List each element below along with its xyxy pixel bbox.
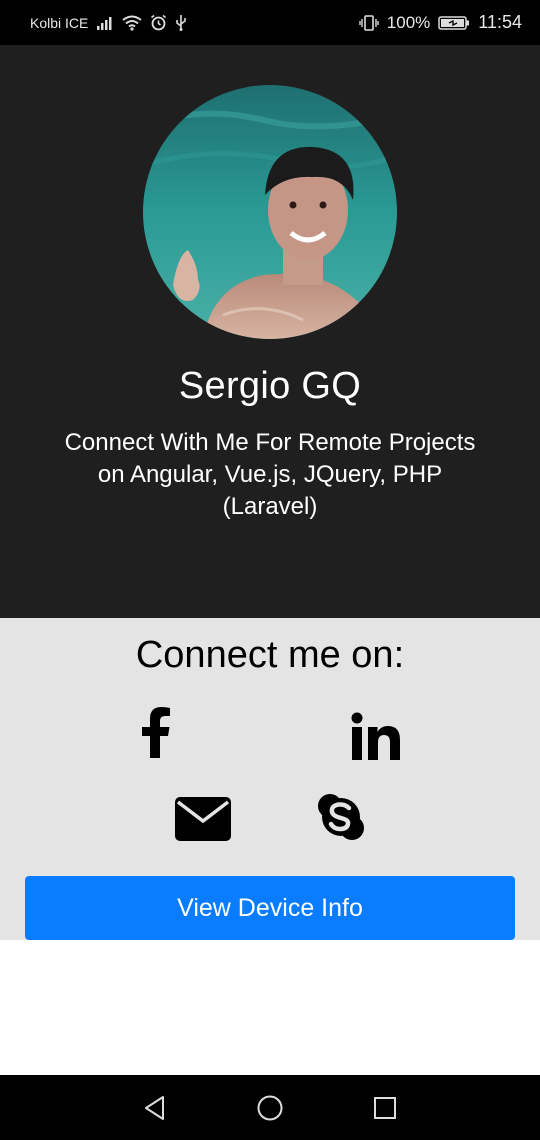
status-bar: Kolbi ICE 100% 11:54 (0, 0, 540, 45)
skype-icon[interactable] (314, 790, 368, 844)
profile-name: Sergio GQ (178, 365, 362, 407)
battery-percent: 100% (386, 12, 431, 32)
signal-icon (96, 16, 114, 30)
home-icon[interactable] (213, 1094, 328, 1122)
recents-icon[interactable] (328, 1096, 443, 1120)
connect-section: Connect me on: View Device Info (0, 618, 540, 940)
carrier-name: Kolbi ICE (30, 14, 89, 31)
wifi-icon (122, 15, 142, 31)
battery-icon (438, 15, 470, 31)
email-icon[interactable] (172, 794, 234, 844)
clock: 11:54 (478, 12, 522, 32)
status-right: 100% 11:54 (359, 12, 522, 33)
profile-header: Sergio GQ Connect With Me For Remote Pro… (0, 45, 540, 618)
alarm-icon (150, 14, 167, 31)
view-device-info-button[interactable]: View Device Info (25, 876, 515, 940)
usb-icon (175, 14, 187, 31)
profile-tagline: Connect With Me For Remote Projects on A… (64, 429, 476, 520)
back-icon[interactable] (98, 1095, 213, 1121)
facebook-icon[interactable] (132, 702, 180, 762)
linkedin-icon[interactable] (348, 708, 404, 764)
status-left: Kolbi ICE (30, 14, 187, 31)
profile-photo (143, 85, 397, 339)
connect-title: Connect me on: (135, 634, 405, 676)
vibrate-icon (359, 14, 379, 31)
navigation-bar (0, 1075, 540, 1140)
